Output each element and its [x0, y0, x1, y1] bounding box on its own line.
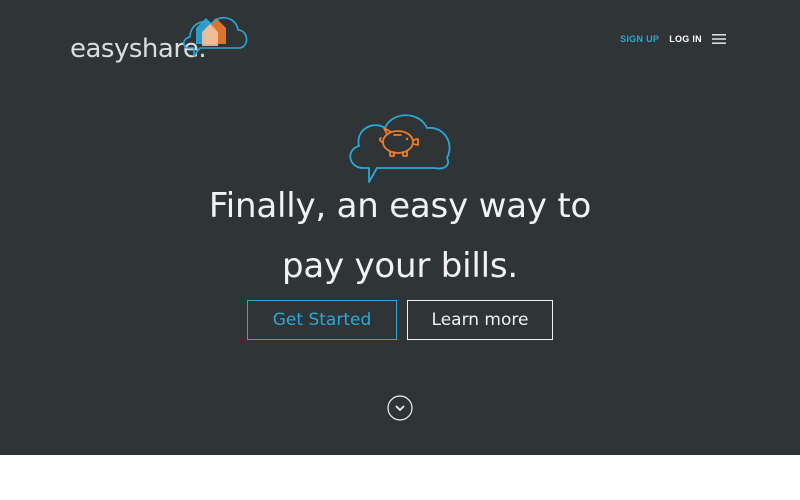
content-section — [0, 455, 800, 500]
hero-section: easyshare. SIGN UP LOG IN Finally, an ea… — [0, 0, 800, 455]
signup-link[interactable]: SIGN UP — [620, 34, 659, 44]
get-started-button[interactable]: Get Started — [247, 300, 397, 340]
hero-headline: Finally, an easy way to pay your bills. — [0, 176, 800, 296]
logo[interactable]: easyshare. — [70, 10, 250, 70]
learn-more-button[interactable]: Learn more — [407, 300, 553, 340]
hamburger-menu-icon[interactable] — [712, 33, 726, 45]
house-cloud-icon — [182, 17, 248, 57]
chevron-down-circle-icon[interactable] — [387, 395, 413, 421]
login-link[interactable]: LOG IN — [669, 34, 702, 44]
headline-line-2: pay your bills. — [281, 246, 519, 286]
top-nav: SIGN UP LOG IN — [610, 29, 726, 49]
site-header: easyshare. SIGN UP LOG IN — [0, 0, 800, 80]
headline-line-1: Finally, an easy way to — [208, 186, 592, 226]
